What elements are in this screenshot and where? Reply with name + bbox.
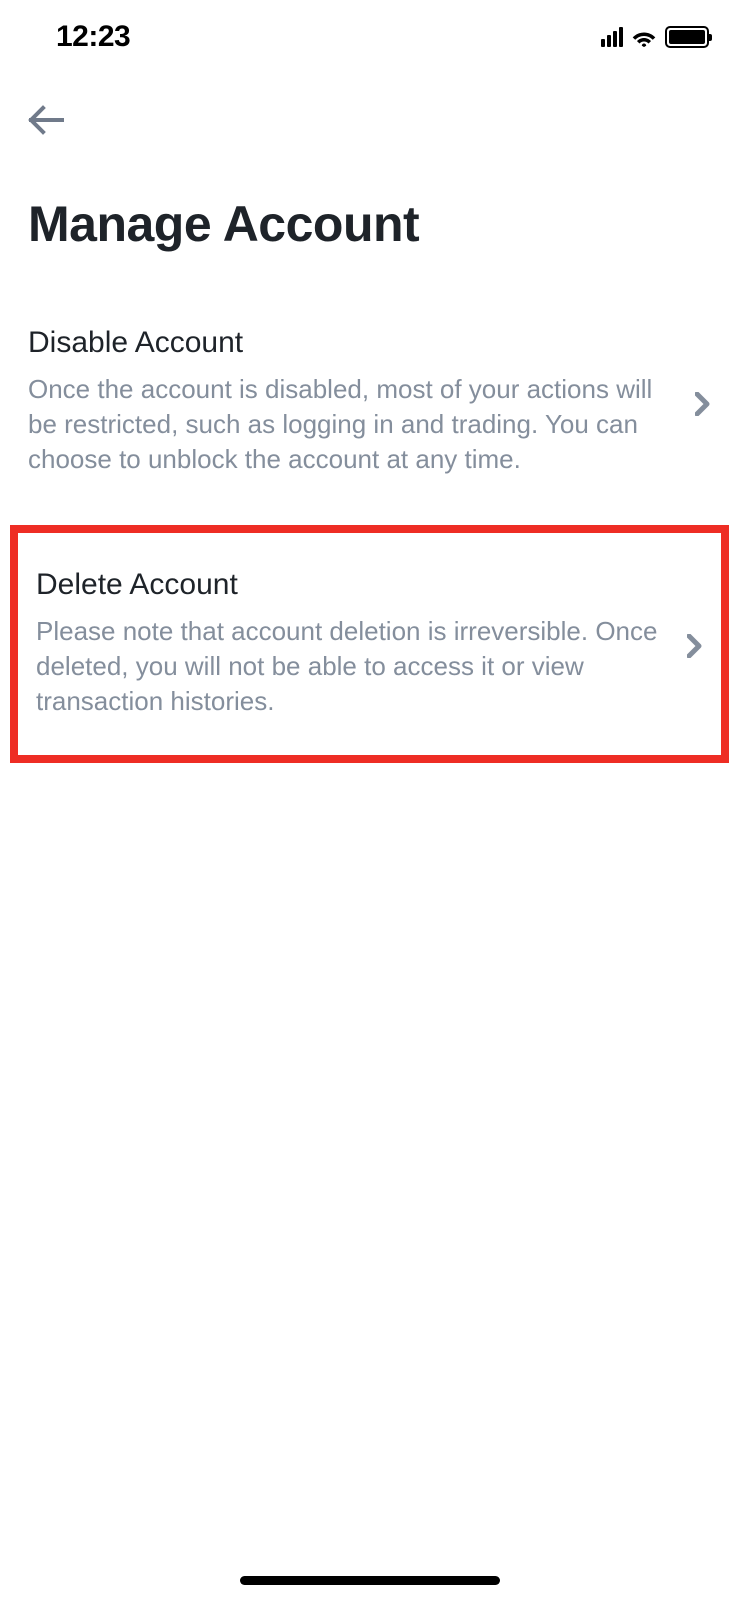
status-time: 12:23 xyxy=(56,20,130,54)
cellular-signal-icon xyxy=(601,27,623,47)
option-delete-account[interactable]: Delete Account Please note that account … xyxy=(10,525,729,762)
status-bar: 12:23 xyxy=(0,0,739,60)
options-list: Disable Account Once the account is disa… xyxy=(0,253,739,763)
option-content: Delete Account Please note that account … xyxy=(36,568,687,719)
option-content: Disable Account Once the account is disa… xyxy=(28,326,695,477)
option-title: Delete Account xyxy=(36,568,667,602)
option-description: Once the account is disabled, most of yo… xyxy=(28,372,675,477)
chevron-right-icon xyxy=(695,392,711,421)
page-title: Manage Account xyxy=(0,140,739,253)
option-title: Disable Account xyxy=(28,326,675,360)
wifi-icon xyxy=(631,27,657,47)
option-description: Please note that account deletion is irr… xyxy=(36,614,667,719)
chevron-right-icon xyxy=(687,634,703,663)
back-button[interactable] xyxy=(28,100,68,140)
status-icons-group xyxy=(601,26,709,48)
battery-icon xyxy=(665,26,709,48)
option-disable-account[interactable]: Disable Account Once the account is disa… xyxy=(0,308,739,505)
home-indicator xyxy=(240,1576,500,1585)
nav-bar xyxy=(0,60,739,140)
arrow-left-icon xyxy=(28,105,64,135)
